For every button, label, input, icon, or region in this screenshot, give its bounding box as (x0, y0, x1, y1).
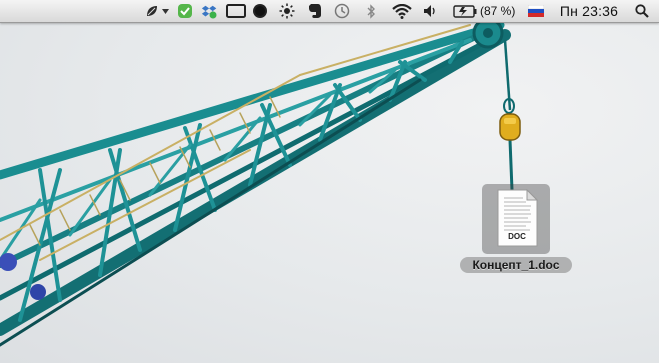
time-machine-icon[interactable] (333, 0, 351, 22)
crane-wallpaper (0, 17, 521, 347)
leaf-icon[interactable] (144, 0, 160, 22)
battery-percent: (87 %) (480, 4, 516, 18)
desktop-file-icon[interactable]: DOC Концепт_1.doc (460, 184, 572, 274)
desktop (0, 0, 659, 363)
menu-bar: (87 %) Пн 23:36 (0, 0, 659, 23)
display-icon[interactable] (225, 0, 247, 22)
evernote-sync-icon[interactable] (176, 0, 194, 22)
battery-icon (453, 4, 477, 18)
menu-clock[interactable]: Пн 23:36 (556, 0, 622, 22)
bluetooth-icon[interactable] (364, 0, 378, 22)
flag-icon[interactable] (527, 0, 545, 22)
wifi-icon[interactable] (391, 0, 413, 22)
dropbox-icon[interactable] (200, 0, 218, 22)
chevron-down-icon[interactable] (161, 0, 170, 22)
file-type-badge: DOC (508, 232, 526, 241)
evernote-icon[interactable] (306, 0, 324, 22)
file-name-label[interactable]: Концепт_1.doc (460, 257, 572, 273)
record-icon[interactable] (251, 0, 269, 22)
volume-icon[interactable] (422, 0, 438, 22)
brightness-icon[interactable] (278, 0, 296, 22)
spotlight-icon[interactable] (633, 0, 651, 22)
battery-indicator[interactable]: (87 %) (453, 0, 521, 22)
